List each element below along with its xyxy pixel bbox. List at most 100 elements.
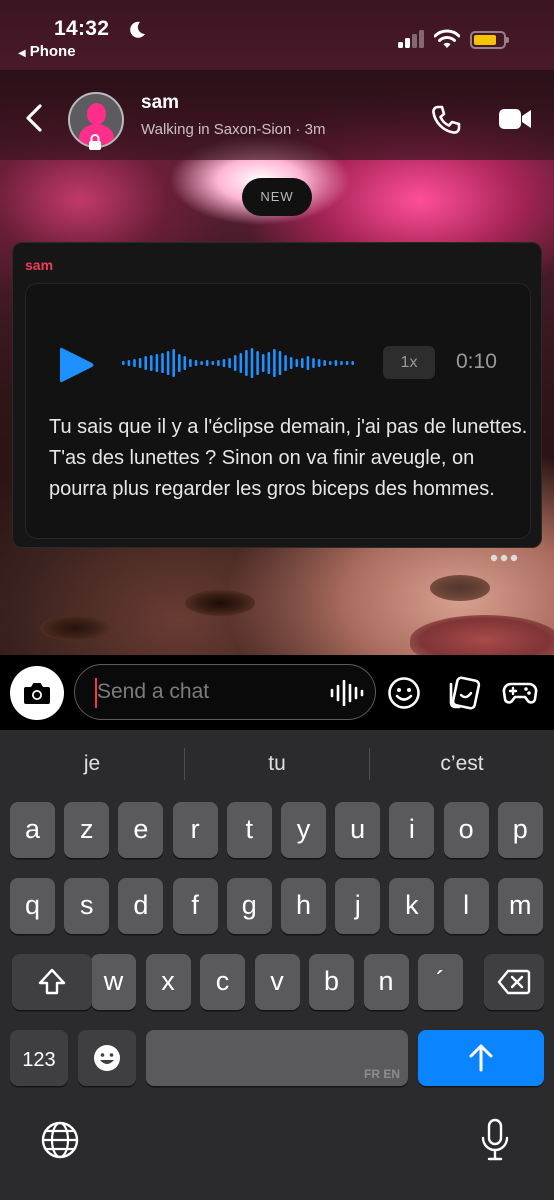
- key-u[interactable]: u: [335, 802, 381, 858]
- numbers-key[interactable]: 123: [10, 1030, 68, 1086]
- microphone-icon[interactable]: [480, 1118, 510, 1162]
- battery-icon: [470, 31, 509, 49]
- waveform-bar: [183, 356, 187, 370]
- waveform-bar: [267, 352, 271, 374]
- waveform-bar: [150, 355, 153, 371]
- key-w[interactable]: w: [91, 954, 136, 1010]
- status-bar: 14:32 ◀ Phone: [0, 0, 554, 70]
- key-c[interactable]: c: [200, 954, 245, 1010]
- key-k[interactable]: k: [389, 878, 435, 934]
- key-accent[interactable]: ´: [418, 954, 463, 1010]
- key-g[interactable]: g: [226, 878, 272, 934]
- arrow-up-icon: [469, 1044, 493, 1072]
- backspace-key[interactable]: [484, 954, 544, 1010]
- waveform-bar: [239, 353, 243, 373]
- waveform-bar: [301, 358, 304, 368]
- chat-text-input[interactable]: Send a chat: [74, 664, 376, 720]
- key-b[interactable]: b: [309, 954, 354, 1010]
- camera-button[interactable]: [10, 666, 64, 720]
- video-call-icon[interactable]: [498, 106, 532, 132]
- emoji-keyboard-key[interactable]: [78, 1030, 136, 1086]
- waveform-bar: [205, 360, 209, 366]
- waveform-bar: [284, 355, 287, 371]
- voice-transcript: Tu sais que il y a l'éclipse demain, j'a…: [49, 416, 528, 500]
- new-messages-badge: NEW: [242, 178, 312, 216]
- key-x[interactable]: x: [145, 954, 191, 1010]
- voice-note-duration: 0:10: [456, 350, 497, 373]
- numbers-key-label: 123: [22, 1049, 56, 1071]
- key-i[interactable]: i: [389, 802, 435, 858]
- waveform-bar: [127, 360, 131, 366]
- chat-input-placeholder: Send a chat: [97, 680, 210, 703]
- key-e[interactable]: e: [118, 802, 164, 858]
- play-icon[interactable]: [56, 344, 96, 386]
- predictive-bar: je tu c’est: [0, 730, 554, 798]
- key-l[interactable]: l: [443, 878, 489, 934]
- phone-call-icon[interactable]: [430, 104, 462, 136]
- send-return-key[interactable]: [418, 1030, 544, 1086]
- globe-icon[interactable]: [40, 1120, 80, 1160]
- key-t[interactable]: t: [226, 802, 272, 858]
- waveform-bar: [312, 358, 315, 368]
- key-q[interactable]: q: [10, 878, 55, 934]
- key-a[interactable]: a: [10, 802, 55, 858]
- playback-speed-button[interactable]: 1x: [383, 346, 435, 379]
- voice-note-container: 1x 0:10 Tu sais que il y a l'éclipse dem…: [25, 283, 531, 562]
- emoji-icon[interactable]: [386, 675, 422, 711]
- waveform-bar: [166, 351, 170, 375]
- waveform-bar: [245, 350, 248, 376]
- key-n[interactable]: n: [363, 954, 409, 1010]
- waveform-bar: [261, 354, 265, 372]
- key-h[interactable]: h: [281, 878, 326, 934]
- key-o[interactable]: o: [443, 802, 489, 858]
- key-v[interactable]: v: [254, 954, 300, 1010]
- back-to-app-link[interactable]: ◀ Phone: [18, 43, 76, 60]
- waveform-bar: [133, 359, 136, 367]
- waveform-bar: [144, 356, 147, 370]
- waveform-bar: [323, 360, 326, 366]
- waveform-bar: [273, 349, 276, 377]
- back-triangle-icon: ◀: [18, 48, 26, 59]
- waveform-bar: [250, 348, 254, 378]
- space-key[interactable]: FR EN: [146, 1030, 408, 1086]
- moon-icon: [130, 21, 145, 38]
- voice-waveform[interactable]: [121, 344, 356, 382]
- suggestion-2[interactable]: tu: [185, 752, 369, 776]
- chat-header: sam Walking in Saxon-Sion · 3m: [0, 70, 554, 160]
- waveform-bar: [345, 361, 349, 365]
- waveform-bar: [189, 359, 192, 367]
- waveform-bar: [138, 358, 142, 368]
- key-s[interactable]: s: [64, 878, 110, 934]
- game-controller-icon[interactable]: [502, 675, 538, 711]
- photo-eye: [430, 575, 490, 601]
- space-language-label: FR EN: [364, 1067, 400, 1081]
- shift-key[interactable]: [12, 954, 92, 1010]
- shift-icon: [38, 968, 66, 995]
- waveform-bar: [329, 361, 332, 365]
- photo-eye: [40, 615, 110, 641]
- waveform-bar: [122, 361, 125, 365]
- key-y[interactable]: y: [281, 802, 326, 858]
- key-f[interactable]: f: [172, 878, 218, 934]
- status-time: 14:32: [54, 17, 110, 40]
- suggestion-1[interactable]: je: [0, 752, 184, 776]
- contact-name[interactable]: sam: [141, 92, 179, 114]
- suggestion-3[interactable]: c’est: [370, 752, 554, 776]
- waveform-bar: [340, 361, 343, 365]
- key-d[interactable]: d: [118, 878, 164, 934]
- voice-waveform-icon[interactable]: [329, 680, 365, 706]
- back-chevron-icon[interactable]: [22, 103, 46, 133]
- cellular-signal-icon: [398, 30, 426, 48]
- waveform-bar: [200, 361, 203, 365]
- waveform-bar: [155, 354, 159, 372]
- waveform-bar: [194, 360, 198, 366]
- key-r[interactable]: r: [172, 802, 218, 858]
- key-j[interactable]: j: [335, 878, 381, 934]
- waveform-bar: [211, 361, 215, 365]
- back-app-label: Phone: [29, 43, 76, 60]
- key-z[interactable]: z: [64, 802, 110, 858]
- more-options-icon[interactable]: [490, 554, 518, 562]
- sticker-icon[interactable]: [447, 675, 483, 711]
- key-m[interactable]: m: [497, 878, 543, 934]
- key-p[interactable]: p: [497, 802, 543, 858]
